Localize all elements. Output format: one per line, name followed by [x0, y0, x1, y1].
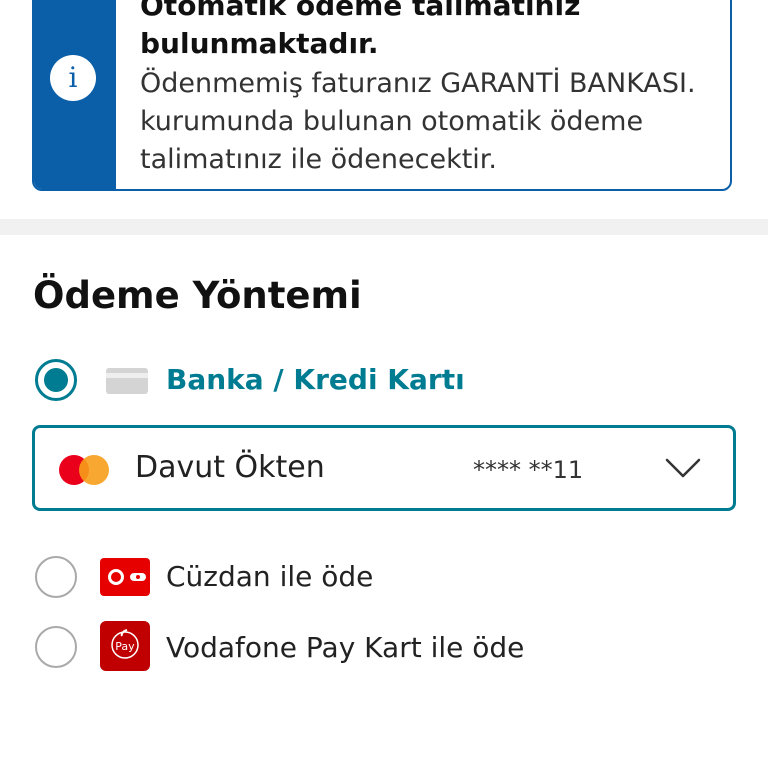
vodafone-pay-icon-text: Pay	[115, 640, 135, 653]
info-banner-title-line-2: bulunmaktadır.	[140, 27, 379, 60]
credit-card-icon	[106, 368, 148, 394]
section-divider	[0, 219, 768, 235]
option-label-wallet[interactable]: Cüzdan ile öde	[166, 557, 373, 597]
info-banner-strip: i	[34, 0, 116, 189]
radio-vodafone-pay[interactable]	[35, 626, 77, 668]
info-icon: i	[50, 55, 96, 101]
option-label-vodafone-pay[interactable]: Vodafone Pay Kart ile öde	[166, 628, 524, 668]
credit-card-stripe	[106, 373, 148, 378]
radio-selected-dot	[44, 368, 68, 392]
info-banner-title-line-1: Otomatik ödeme talimatınız	[140, 0, 581, 22]
info-banner-body: Ödenmemiş faturanız GARANTİ BANKASI. kur…	[140, 68, 696, 175]
option-label-bank-card[interactable]: Banka / Kredi Kartı	[166, 360, 465, 400]
info-banner-title: Otomatik ödeme talimatınız bulunmaktadır.	[140, 0, 720, 63]
auto-payment-info-banner: i Otomatik ödeme talimatınız bulunmaktadı…	[32, 0, 732, 191]
card-holder-name: Davut Ökten	[135, 450, 325, 485]
payment-method-title: Ödeme Yöntemi	[33, 274, 362, 317]
wallet-icon	[100, 558, 150, 596]
radio-bank-card[interactable]	[35, 359, 77, 401]
wallet-glyph	[108, 569, 146, 585]
card-masked-number: **** **11	[473, 456, 584, 484]
chevron-down-icon[interactable]	[663, 448, 703, 488]
radio-wallet[interactable]	[35, 556, 77, 598]
vodafone-pay-icon: Pay	[100, 621, 150, 671]
mastercard-orange-circle	[79, 455, 109, 485]
card-select-dropdown[interactable]: Davut Ökten **** **11	[32, 425, 736, 511]
mastercard-icon	[59, 455, 111, 485]
payment-page: i Otomatik ödeme talimatınız bulunmaktadı…	[0, 0, 768, 768]
